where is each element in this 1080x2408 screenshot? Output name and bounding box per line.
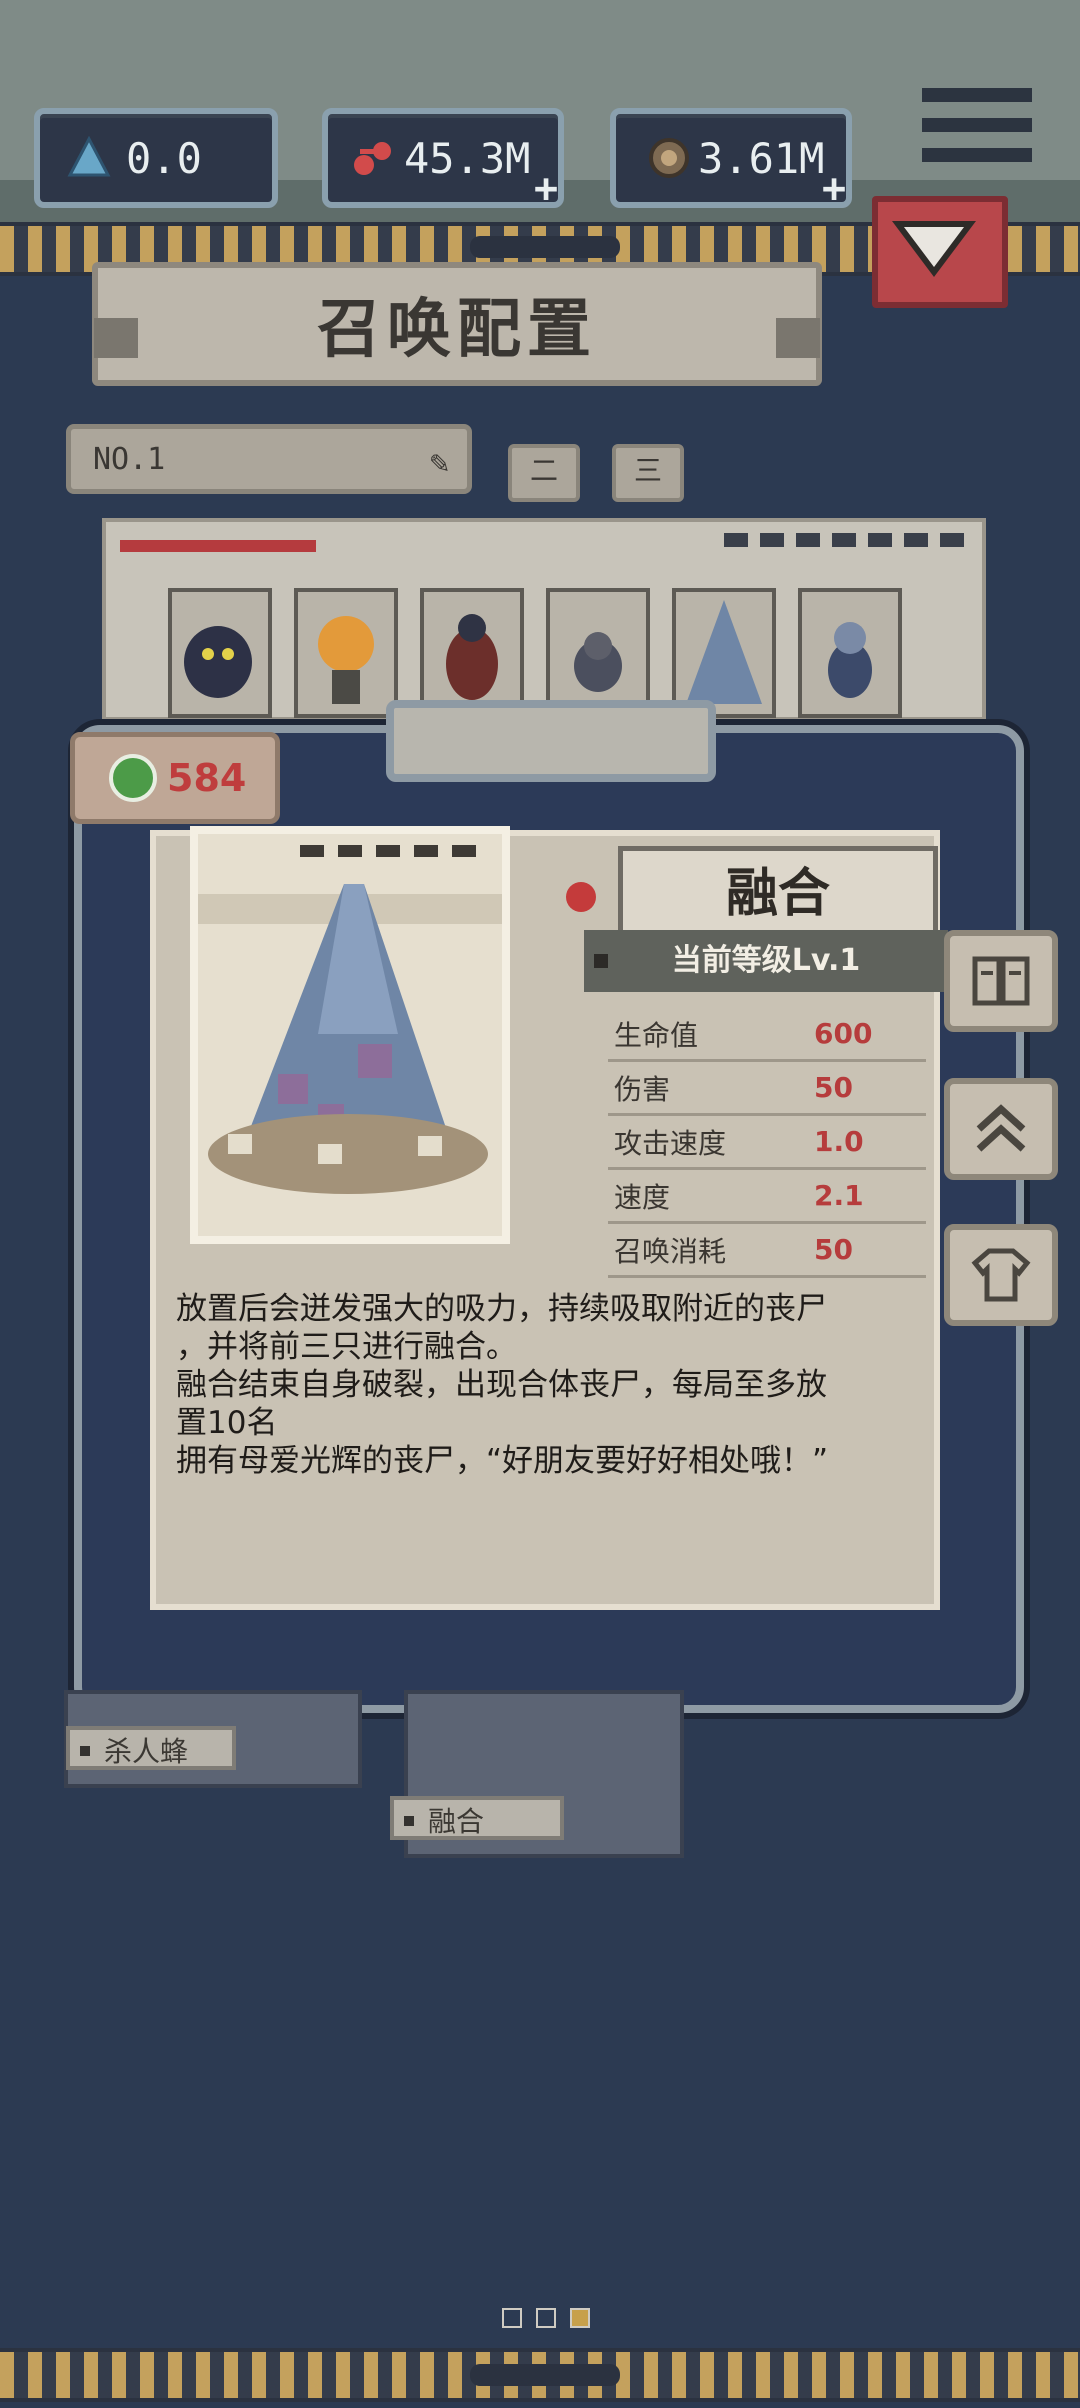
gem-value: 0.0 [126,133,202,183]
roster-tape [120,540,316,552]
zombie-portrait-icon [828,622,872,698]
coin-icon [646,135,692,181]
stat-value: 1.0 [814,1125,864,1158]
roster-slot-5[interactable] [672,588,776,718]
book-button[interactable] [944,930,1058,1032]
stat-value: 600 [814,1017,873,1050]
page-indicator [502,2308,604,2332]
bottom-hazard-strip [0,2348,1080,2402]
blood-value: 45.3M [404,133,531,183]
stat-label: 伤害 [614,1072,671,1106]
summon-points-counter: 584 [70,732,280,824]
description-line: 放置后会迸发强大的吸力，持续吸取附近的丧尸 [176,1291,827,1327]
unit-portrait [190,826,510,1244]
zombie-portrait-icon [574,632,622,692]
unit-name: 融合 [618,846,938,942]
unit-name: 融合 [428,1805,485,1838]
stat-value: 2.1 [814,1179,864,1212]
description-line: ，并将前三只进行融合。 [176,1329,517,1365]
coin-value: 3.61M [698,133,825,183]
stat-row-speed: 速度 2.1 [608,1170,926,1224]
collapse-button[interactable] [872,196,1008,308]
strip-handle [470,2364,620,2386]
preset-name-field[interactable]: NO.1 ✎ [66,424,472,494]
add-coin-icon[interactable]: + [816,169,852,209]
unit-description: 放置后会迸发强大的吸力，持续吸取附近的丧尸 ，并将前三只进行融合。 融合结束自身… [150,1274,940,1494]
roster-slot-4[interactable] [546,588,650,718]
stat-label: 攻击速度 [614,1126,727,1160]
page-dot[interactable] [502,2308,522,2328]
preset-button-2[interactable]: 二 [508,444,580,502]
edit-icon[interactable]: ✎ [430,443,449,481]
book-icon [972,956,1030,1006]
preset-button-3[interactable]: 三 [612,444,684,502]
unit-stats-table: 生命值 600 伤害 50 攻击速度 1.0 速度 2.1 召唤消耗 50 [608,1008,926,1278]
roster-slot-3[interactable] [420,588,524,718]
unit-slot-fusion-label: 融合 [390,1796,564,1840]
description-line: 置10名 [176,1405,278,1441]
page-dot[interactable] [536,2308,556,2328]
unit-name: 杀人蜂 [104,1735,189,1768]
description-line: 融合结束自身破裂，出现合体丧尸，每局至多放 [176,1367,827,1403]
blood-counter[interactable]: 45.3M + [322,108,564,209]
blood-icon [350,135,396,181]
unit-level: 当前等级Lv.1 [671,943,861,978]
name-tag-square [80,1746,90,1756]
fusion-unit-art-icon [198,884,502,1194]
stat-row-attack-speed: 攻击速度 1.0 [608,1116,926,1170]
chevron-down-icon [892,221,976,277]
page-dot-active[interactable] [570,2308,590,2328]
unit-level-bar: 当前等级Lv.1 [584,930,948,992]
title-plate-tab-left [94,318,138,358]
stat-row-hp: 生命值 600 [608,1008,926,1062]
name-tag-square [404,1816,414,1826]
level-bar-square [594,954,608,968]
coin-counter[interactable]: 3.61M + [610,108,852,209]
menu-icon[interactable] [922,88,1032,174]
stat-value: 50 [814,1071,853,1104]
stat-row-damage: 伤害 50 [608,1062,926,1116]
stat-label: 生命值 [614,1018,699,1052]
shirt-icon [971,1248,1031,1302]
gem-counter[interactable]: 0.0 [34,108,278,208]
panel-top-tab [386,700,716,782]
zombie-portrait-icon [318,616,374,704]
gem-icon [66,135,112,181]
stat-value: 50 [814,1233,853,1266]
preset-name: NO.1 [93,441,166,477]
roster-slot-2[interactable] [294,588,398,718]
add-blood-icon[interactable]: + [528,169,564,209]
stat-label: 速度 [614,1180,671,1214]
fusion-unit-portrait-icon [686,600,762,704]
summon-point-icon [109,754,157,802]
roster-dots [724,532,976,551]
page-title-plate: 召唤配置 [92,262,822,386]
stat-label: 召唤消耗 [614,1234,727,1268]
zombie-portrait-icon [184,626,252,698]
stat-row-summon-cost: 召唤消耗 50 [608,1224,926,1278]
page-title: 召唤配置 [317,293,597,367]
upgrade-icon [976,1104,1026,1152]
strip-handle [470,236,620,258]
description-line: 拥有母爱光辉的丧尸，“好朋友要好好相处哦！” [176,1443,829,1479]
roster-slot-1[interactable] [168,588,272,718]
title-plate-tab-right [776,318,820,358]
upgrade-button[interactable] [944,1078,1058,1180]
summon-points-value: 584 [167,756,247,800]
roster-slot-6[interactable] [798,588,902,718]
red-pin-icon [566,882,596,912]
zombie-portrait-icon [446,614,498,700]
skin-button[interactable] [944,1224,1058,1326]
portrait-clip-dots [300,842,490,861]
unit-slot-bee-label: 杀人蜂 [66,1726,236,1770]
